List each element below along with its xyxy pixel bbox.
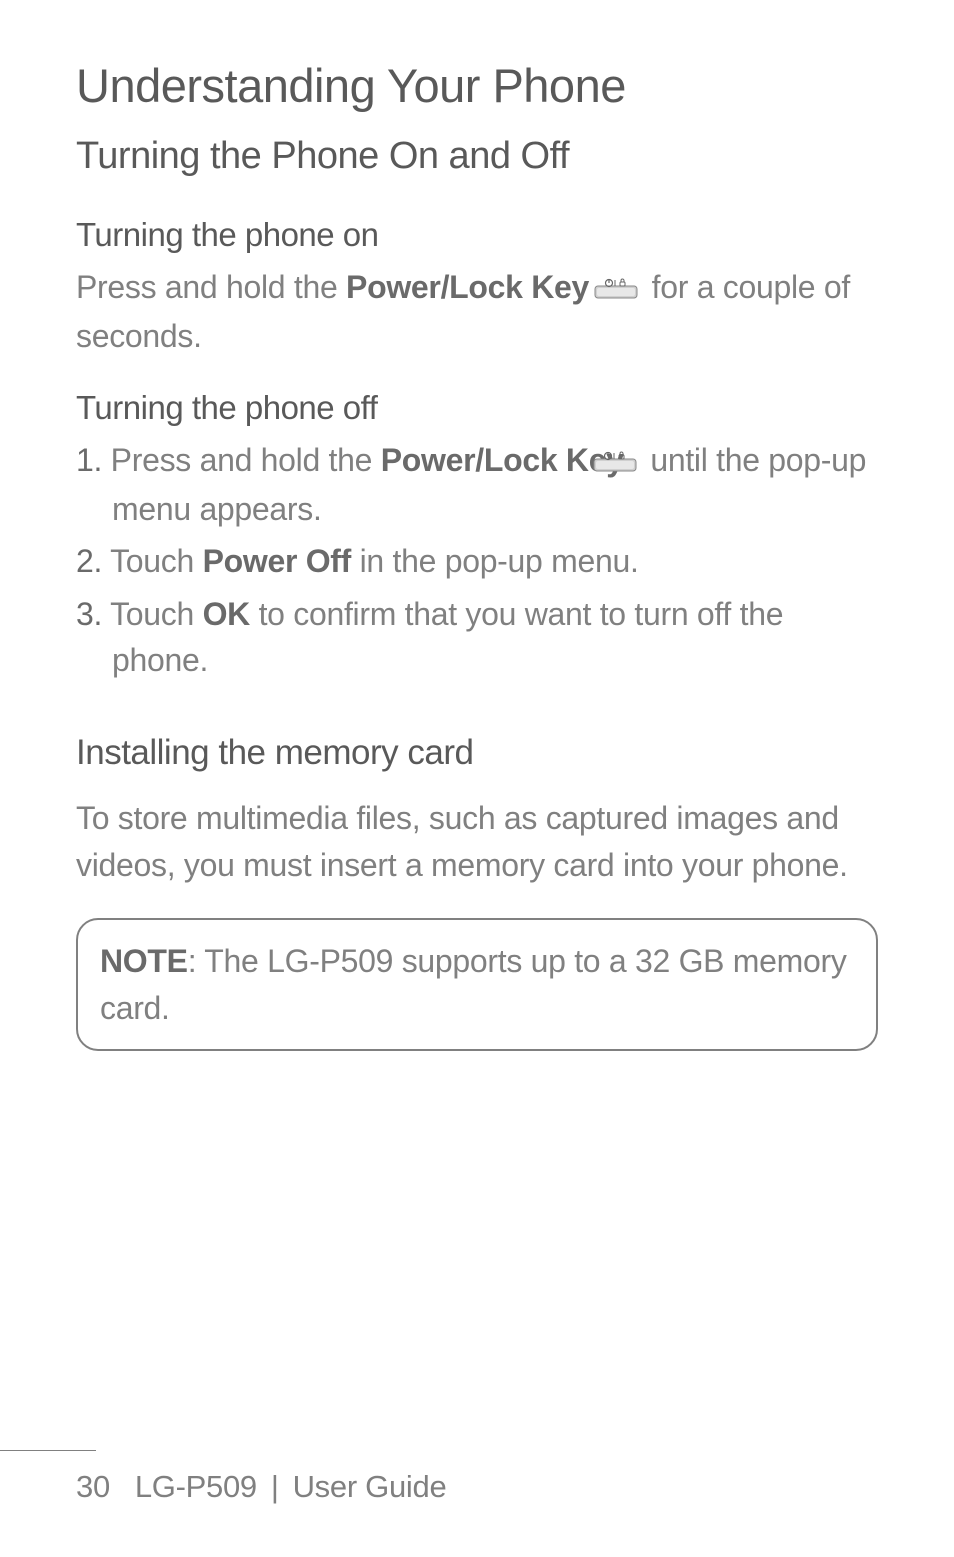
note-content: : The LG-P509 supports up to a 32 GB mem… — [100, 943, 847, 1025]
text-pre: Press and hold the — [76, 269, 346, 305]
text-bold: Power/Lock Key — [381, 442, 624, 478]
section-heading-memory: Installing the memory card — [76, 733, 878, 773]
list-item: 2. Touch Power Off in the pop-up menu. — [76, 538, 878, 584]
text-pre: Touch — [102, 543, 203, 579]
list-marker: 3. — [76, 596, 102, 632]
sub-heading-phone-on: Turning the phone on — [76, 216, 878, 254]
note-box: NOTE: The LG-P509 supports up to a 32 GB… — [76, 918, 878, 1051]
page-number: 30 — [76, 1469, 110, 1504]
text-post: in the pop-up menu. — [351, 543, 639, 579]
text-bold: OK — [203, 596, 250, 632]
text-pre: Press and hold the — [102, 442, 381, 478]
power-lock-key-icon — [593, 266, 639, 312]
note-label: NOTE — [100, 943, 188, 979]
text-pre: Touch — [102, 596, 203, 632]
footer-model: LG-P509 — [135, 1469, 257, 1504]
footer-doc: User Guide — [293, 1469, 447, 1504]
sub-heading-phone-off: Turning the phone off — [76, 389, 878, 427]
note-text: NOTE: The LG-P509 supports up to a 32 GB… — [100, 938, 854, 1031]
footer-divider-line — [0, 1450, 96, 1452]
list-marker: 1. — [76, 442, 102, 478]
memory-card-body: To store multimedia files, such as captu… — [76, 795, 878, 888]
footer: 30 LG-P509 | User Guide — [76, 1469, 446, 1505]
section-heading-power: Turning the Phone On and Off — [76, 135, 878, 178]
footer-divider: | — [271, 1469, 279, 1504]
phone-off-steps: 1. Press and hold the Power/Lock Key unt… — [76, 437, 878, 683]
page-title: Understanding Your Phone — [76, 58, 878, 113]
power-lock-key-icon — [628, 439, 638, 485]
power-lock-key-label: Power/Lock Key — [346, 269, 589, 305]
phone-on-instruction: Press and hold the Power/Lock Key for a … — [76, 264, 878, 359]
text-bold: Power Off — [203, 543, 351, 579]
list-item: 1. Press and hold the Power/Lock Key unt… — [76, 437, 878, 532]
list-marker: 2. — [76, 543, 102, 579]
list-item: 3. Touch OK to confirm that you want to … — [76, 591, 878, 684]
